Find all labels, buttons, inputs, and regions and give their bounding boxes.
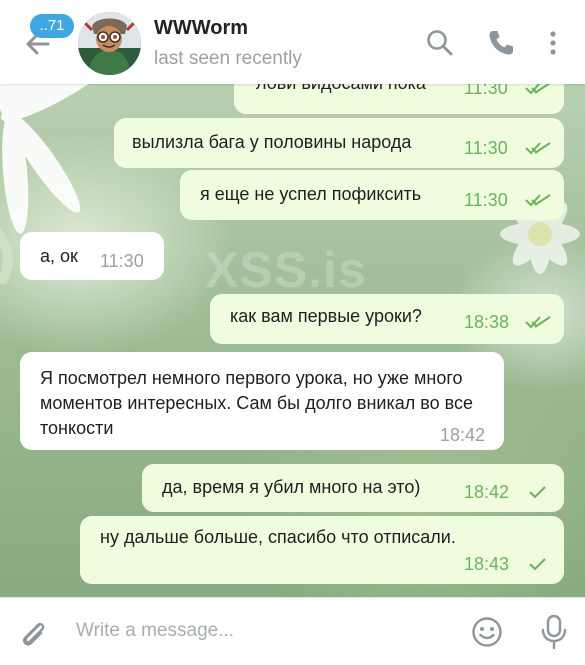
avatar[interactable] bbox=[78, 12, 141, 75]
message-text: как вам первые уроки? bbox=[230, 306, 422, 326]
message-bubble-outgoing[interactable]: лови видосами пока 11:30 bbox=[234, 84, 564, 114]
check-icon bbox=[529, 558, 546, 571]
more-vertical-icon[interactable] bbox=[537, 27, 569, 59]
message-text: лови видосами пока bbox=[256, 84, 426, 96]
message-input[interactable]: Write a message... bbox=[76, 620, 234, 642]
search-icon[interactable] bbox=[424, 27, 456, 59]
message-time: 18:38 bbox=[464, 312, 510, 332]
double-check-icon bbox=[525, 142, 551, 155]
message-bubble-outgoing[interactable]: да, время я убил много на это) 18:42 bbox=[142, 464, 564, 512]
message-text: да, время я убил много на это) bbox=[162, 477, 421, 497]
chat-title[interactable]: WWWorm bbox=[154, 17, 248, 40]
message-time: 11:30 bbox=[100, 251, 144, 271]
attach-icon[interactable] bbox=[16, 616, 50, 650]
double-check-icon bbox=[525, 194, 551, 207]
emoji-icon[interactable] bbox=[470, 615, 504, 649]
message-text: Я посмотрел немного первого урока, но уж… bbox=[40, 368, 474, 438]
message-text: я еще не успел пофиксить bbox=[200, 184, 422, 204]
message-time: 11:30 bbox=[464, 84, 508, 98]
message-bubble-outgoing[interactable]: вылизла бага у половины народа 11:30 bbox=[114, 118, 564, 168]
message-text: вылизла бага у половины народа bbox=[132, 132, 412, 152]
chat-header: ..71 WWWorm last seen recently bbox=[0, 0, 585, 84]
message-bubble-incoming[interactable]: Я посмотрел немного первого урока, но уж… bbox=[20, 352, 504, 450]
watermark: XSS.is bbox=[205, 242, 367, 298]
check-icon bbox=[529, 486, 546, 499]
phone-icon[interactable] bbox=[485, 27, 517, 59]
message-time: 11:30 bbox=[464, 138, 508, 158]
last-seen-status: last seen recently bbox=[154, 48, 302, 69]
message-bubble-outgoing[interactable]: как вам первые уроки? 18:38 bbox=[210, 294, 564, 344]
message-bubble-incoming[interactable]: а, ок 11:30 bbox=[20, 232, 164, 280]
message-text: ну дальше больше, спасибо что отписали. bbox=[100, 527, 456, 547]
message-list[interactable]: XSS.is лови видосами пока 11:30 вылизла … bbox=[0, 84, 585, 597]
message-time: 18:42 bbox=[464, 482, 510, 502]
message-time: 11:30 bbox=[464, 190, 508, 210]
microphone-icon[interactable] bbox=[537, 613, 571, 651]
message-time: 18:42 bbox=[440, 425, 486, 445]
double-check-icon bbox=[525, 316, 551, 329]
message-composer: Write a message... bbox=[0, 597, 585, 665]
message-bubble-outgoing[interactable]: я еще не успел пофиксить 11:30 bbox=[180, 170, 564, 220]
message-bubble-outgoing[interactable]: ну дальше больше, спасибо что отписали. … bbox=[80, 516, 564, 584]
message-text: а, ок bbox=[40, 246, 78, 266]
double-check-icon bbox=[525, 84, 551, 95]
message-time: 18:43 bbox=[464, 554, 510, 574]
unread-count-badge: ..71 bbox=[30, 14, 74, 38]
